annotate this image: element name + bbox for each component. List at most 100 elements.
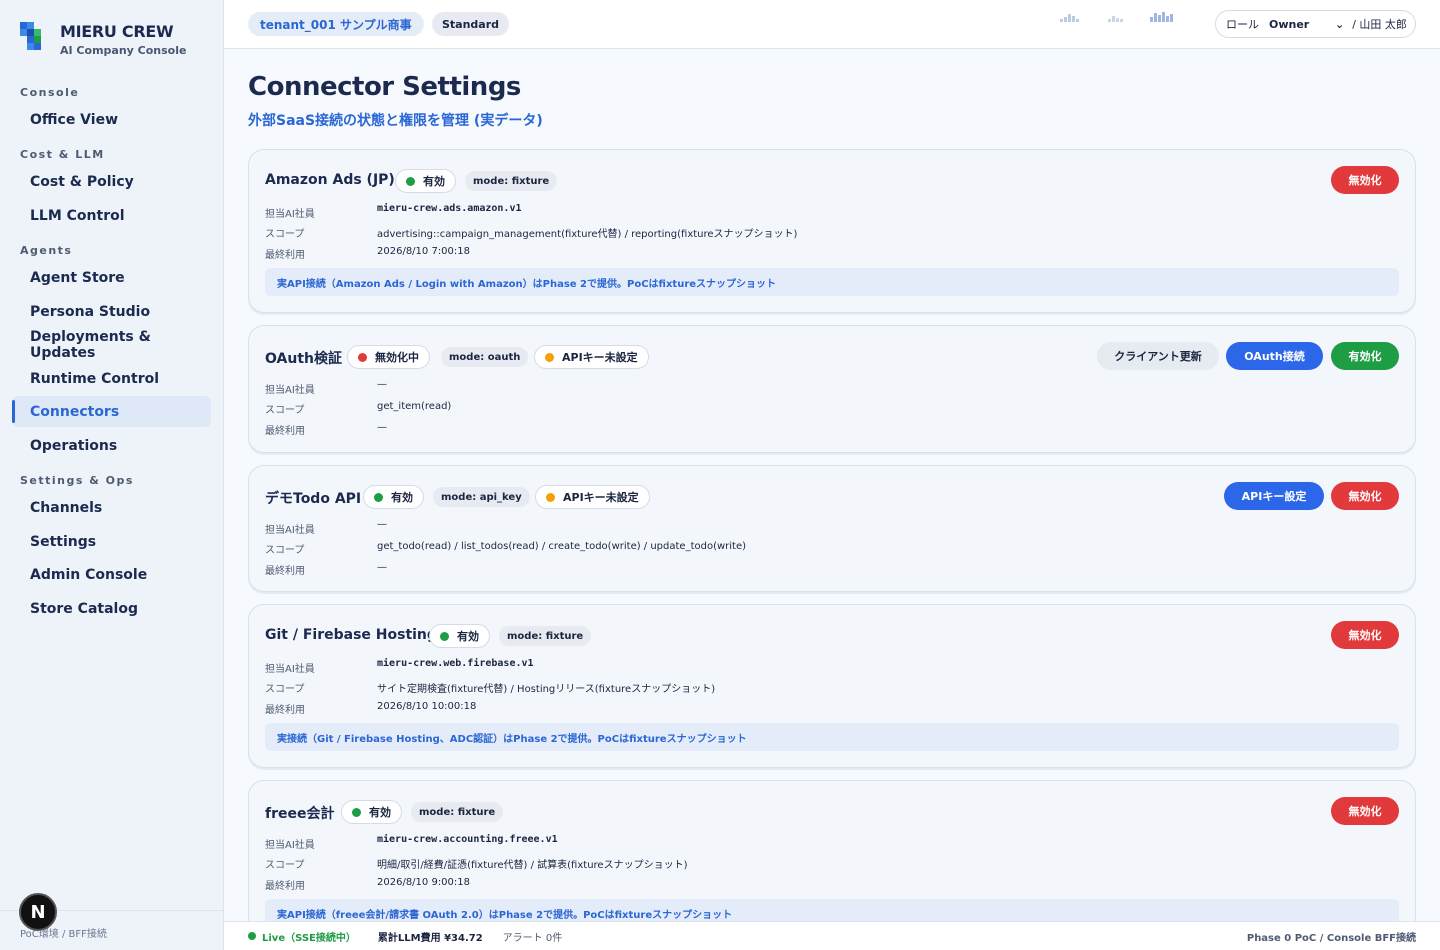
disable-button[interactable]: 無効化	[1331, 166, 1399, 194]
agent-value: —	[377, 519, 387, 530]
status-bar: Live（SSE接続中） 累計LLM費用 ¥34.72 アラート 0件 Phas…	[224, 921, 1440, 950]
agent-label: 担当AI社員	[265, 385, 315, 396]
scope-value: advertising::campaign_management(fixture…	[377, 229, 798, 240]
mode-badge: mode: fixture	[465, 171, 558, 191]
activity-icon[interactable]	[1150, 11, 1176, 23]
last-used-label: 最終利用	[265, 705, 305, 716]
scope-label: スコープ	[265, 860, 305, 871]
nav-section-cost-llm: Cost & LLM	[20, 148, 105, 161]
scope-label: スコープ	[265, 684, 305, 695]
disable-button[interactable]: 無効化	[1331, 797, 1399, 825]
mode-badge: mode: api_key	[433, 487, 530, 507]
user-name: / 山田 太郎	[1352, 18, 1407, 31]
phase-label: Phase 0 PoC / Console BFF接続	[1246, 932, 1416, 944]
sidebar-item-office-view[interactable]: Office View	[12, 104, 211, 135]
activity-icon[interactable]	[1060, 11, 1082, 23]
agent-value: —	[377, 379, 387, 390]
live-indicator: Live（SSE接続中）	[248, 929, 356, 944]
last-used-value: 2026/8/10 9:00:18	[377, 877, 471, 888]
connector-name: OAuth検証	[265, 351, 342, 367]
agent-value: mieru-crew.web.firebase.v1	[377, 658, 534, 669]
plan-badge: Standard	[432, 12, 510, 36]
activity-icon[interactable]	[1108, 11, 1126, 23]
warning-dot-icon	[546, 492, 555, 502]
disable-button[interactable]: 無効化	[1331, 621, 1399, 649]
sidebar-item-operations[interactable]: Operations	[12, 430, 211, 461]
dev-tools-badge[interactable]: N	[19, 893, 57, 931]
llm-cost: 累計LLM費用 ¥34.72	[377, 932, 483, 944]
sidebar-item-admin-console[interactable]: Admin Console	[12, 559, 211, 590]
logo-icon	[20, 22, 42, 52]
sidebar-item-deployments[interactable]: Deployments & Updates	[12, 329, 211, 361]
sidebar-item-settings[interactable]: Settings	[12, 526, 211, 557]
scope-value: get_item(read)	[377, 401, 452, 412]
brand-subtitle: AI Company Console	[60, 44, 187, 57]
last-used-value: 2026/8/10 7:00:18	[377, 246, 471, 257]
sidebar-item-llm-control[interactable]: LLM Control	[12, 200, 211, 231]
last-used-value: —	[377, 562, 387, 573]
sidebar-item-persona-studio[interactable]: Persona Studio	[12, 296, 211, 327]
last-used-label: 最終利用	[265, 426, 305, 437]
agent-value: mieru-crew.ads.amazon.v1	[377, 203, 522, 214]
status-dot-icon	[358, 352, 367, 362]
role-value[interactable]: Owner	[1269, 18, 1335, 31]
mode-badge: mode: fixture	[411, 802, 504, 822]
chevron-down-icon[interactable]: ⌄	[1335, 18, 1344, 31]
last-used-value: 2026/8/10 10:00:18	[377, 701, 477, 712]
agent-label: 担当AI社員	[265, 525, 315, 536]
enable-button[interactable]: 有効化	[1331, 342, 1399, 370]
agent-label: 担当AI社員	[265, 840, 315, 851]
scope-label: スコープ	[265, 405, 305, 416]
sidebar-item-channels[interactable]: Channels	[12, 492, 211, 523]
status-badge: 有効	[363, 485, 424, 509]
connector-card: Git / Firebase Hosting 有効 mode: fixture …	[248, 604, 1416, 768]
disable-button[interactable]: 無効化	[1331, 482, 1399, 510]
brand-name: MIERU CREW	[60, 22, 174, 41]
page-subtitle: 外部SaaS接続の状態と権限を管理 (実データ)	[248, 113, 543, 129]
connector-name: Amazon Ads (JP)	[265, 172, 395, 188]
role-selector[interactable]: ロール Owner ⌄ / 山田 太郎	[1215, 10, 1416, 38]
sidebar-item-connectors[interactable]: Connectors	[12, 396, 211, 427]
status-dot-icon	[406, 176, 415, 186]
last-used-value: —	[377, 422, 387, 433]
scope-label: スコープ	[265, 545, 305, 556]
scope-label: スコープ	[265, 229, 305, 240]
mode-badge: mode: fixture	[499, 626, 592, 646]
last-used-label: 最終利用	[265, 881, 305, 892]
nav-section-console: Console	[20, 86, 80, 99]
connector-name: Git / Firebase Hosting	[265, 627, 437, 643]
role-label: ロール	[1226, 18, 1259, 31]
agent-label: 担当AI社員	[265, 209, 315, 220]
sidebar-item-agent-store[interactable]: Agent Store	[12, 262, 211, 293]
brand[interactable]: MIERU CREW AI Company Console	[20, 22, 186, 58]
warning-badge: APIキー未設定	[535, 485, 650, 509]
sidebar-item-store-catalog[interactable]: Store Catalog	[12, 593, 211, 624]
agent-label: 担当AI社員	[265, 664, 315, 675]
sidebar-item-cost-policy[interactable]: Cost & Policy	[12, 166, 211, 197]
agent-value: mieru-crew.accounting.freee.v1	[377, 834, 558, 845]
alert-count[interactable]: アラート 0件	[503, 929, 563, 944]
last-used-label: 最終利用	[265, 566, 305, 577]
status-badge: 無効化中	[347, 345, 430, 369]
status-dot-icon	[352, 807, 361, 817]
sidebar-item-runtime-control[interactable]: Runtime Control	[12, 363, 211, 394]
client-update-button[interactable]: クライアント更新	[1097, 342, 1219, 370]
api-key-button[interactable]: APIキー設定	[1224, 482, 1324, 510]
tenant-selector[interactable]: tenant_001 サンプル商事	[248, 12, 424, 36]
status-dot-icon	[374, 492, 383, 502]
oauth-connect-button[interactable]: OAuth接続	[1226, 342, 1323, 370]
topbar: tenant_001 サンプル商事 Standard ロール Owner ⌄ /…	[224, 0, 1440, 49]
connector-card: Amazon Ads (JP) 有効 mode: fixture 無効化 担当A…	[248, 149, 1416, 313]
connector-card: OAuth検証 無効化中 mode: oauth APIキー未設定 クライアント…	[248, 325, 1416, 453]
scope-value: 明細/取引/経費/証憑(fixture代替) / 試算表(fixtureスナップ…	[377, 860, 688, 871]
last-used-label: 最終利用	[265, 250, 305, 261]
connector-card: デモTodo API 有効 mode: api_key APIキー未設定 API…	[248, 465, 1416, 592]
status-badge: 有効	[341, 800, 402, 824]
live-dot-icon	[248, 932, 256, 940]
scope-value: サイト定期検査(fixture代替) / Hostingリリース(fixture…	[377, 684, 716, 695]
connector-card: freee会計 有効 mode: fixture 無効化 担当AI社員 mier…	[248, 780, 1416, 944]
status-badge: 有効	[429, 624, 490, 648]
connector-name: freee会計	[265, 806, 335, 822]
mode-badge: mode: oauth	[441, 347, 529, 367]
warning-badge: APIキー未設定	[534, 345, 649, 369]
